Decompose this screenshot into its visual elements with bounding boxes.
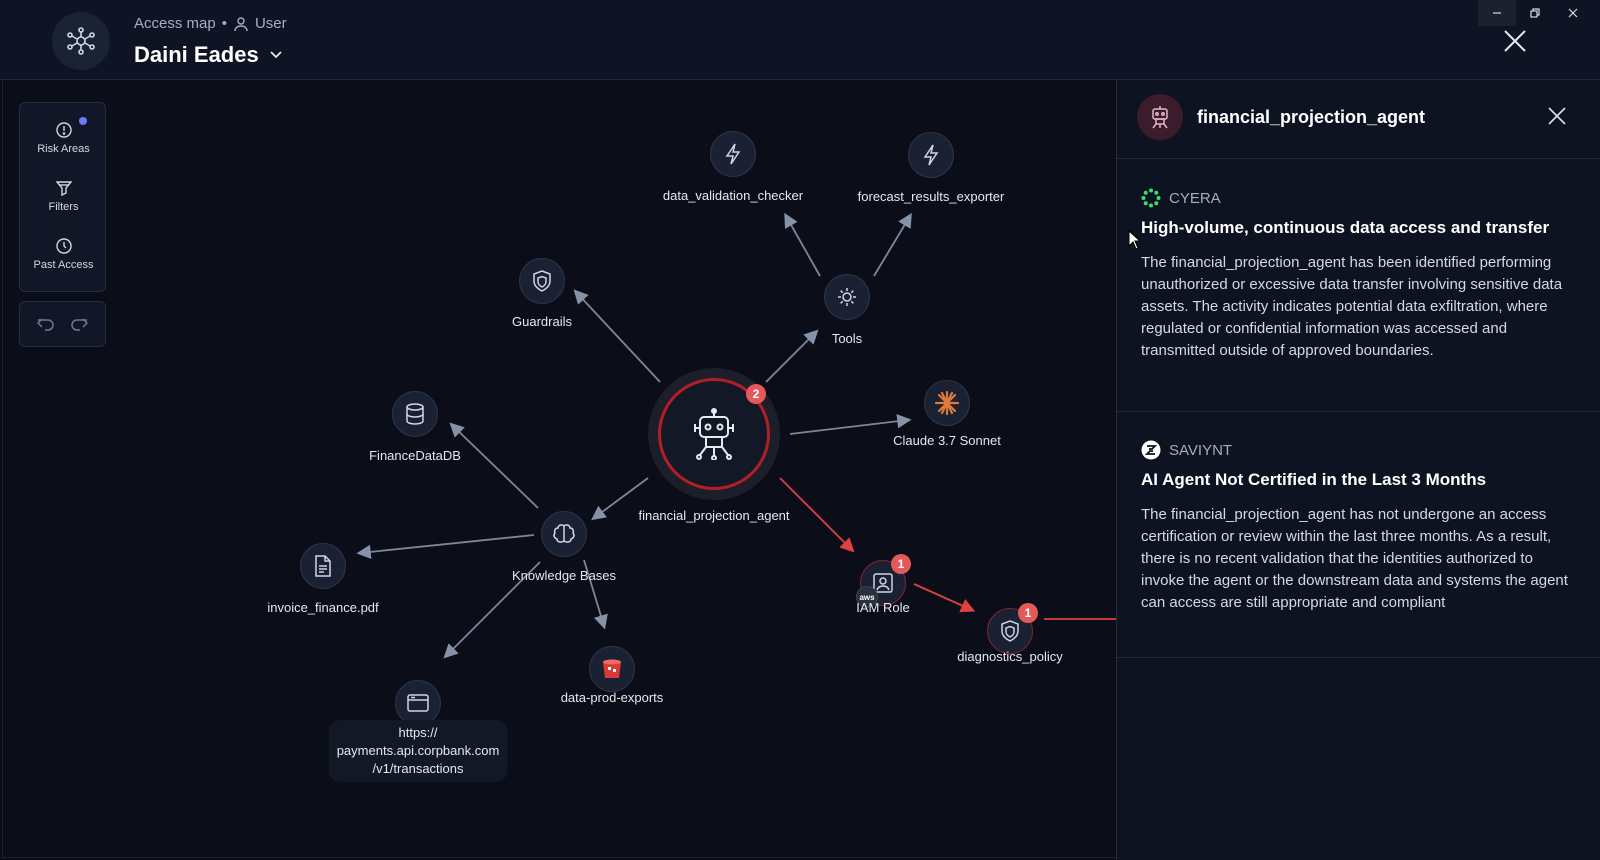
breadcrumb-access-map[interactable]: Access map [134, 15, 216, 32]
page-title: Daini Eades [134, 42, 259, 67]
claude-node-label: Claude 3.7 Sonnet [893, 433, 1001, 448]
edge-kb-invoice [356, 534, 535, 560]
finding-description: The financial_projection_agent has not u… [1141, 506, 1568, 611]
window-controls [1478, 0, 1592, 26]
saviynt-logo-icon [1141, 440, 1161, 460]
finding-source-name: CYERA [1169, 189, 1221, 207]
finding-card-saviynt: SAVIYNT AI Agent Not Certified in the La… [1117, 412, 1600, 658]
exporter-node[interactable] [908, 132, 954, 178]
financedb-node[interactable] [392, 391, 438, 437]
url-line-2: payments.api.corpbank.com [336, 743, 500, 758]
agent-avatar [1137, 94, 1183, 140]
details-panel: financial_projection_agent CYERA High-vo… [1116, 80, 1600, 860]
database-icon [406, 403, 424, 425]
claude-starburst-icon [934, 390, 960, 416]
edge-iamrole-diagnostics [913, 583, 976, 613]
close-map-icon[interactable] [1502, 28, 1528, 54]
tools-node[interactable] [824, 274, 870, 320]
validator-node-label: data_validation_checker [662, 188, 804, 203]
user-selector[interactable]: Daini Eades [134, 42, 283, 68]
financedb-node-label: FinanceDataDB [369, 448, 461, 463]
access-graph[interactable]: 2 financial_projection_agent data_valida… [0, 80, 1116, 860]
url-line-1: https:// [398, 725, 438, 740]
diagnostics-risk-badge: 1 [1018, 603, 1038, 623]
brain-icon [553, 524, 575, 543]
invoice-node[interactable] [300, 543, 346, 589]
chevron-down-icon [270, 51, 282, 59]
iam-role-node-label: IAM Role [856, 600, 910, 615]
access-map-icon[interactable] [52, 12, 110, 70]
data-prod-node-label: data-prod-exports [560, 690, 664, 705]
robot-icon [694, 408, 734, 460]
shield-icon [1001, 620, 1019, 642]
shield-icon [533, 270, 551, 292]
finding-description: The financial_projection_agent has been … [1141, 254, 1563, 359]
s3-bucket-icon [603, 659, 621, 678]
edge-agent-guardrails [573, 289, 661, 383]
iam-risk-badge: 1 [891, 554, 911, 574]
robot-icon [1152, 106, 1168, 129]
knowledge-bases-node[interactable] [541, 511, 587, 557]
agent-node-label: financial_projection_agent [638, 508, 790, 523]
entity-type: User [254, 15, 287, 32]
close-panel-icon[interactable] [1547, 106, 1567, 126]
diagnostics-node-label: diagnostics_policy [957, 649, 1063, 664]
wrench-gear-icon [838, 288, 856, 306]
lightning-icon [923, 144, 939, 166]
panel-header: financial_projection_agent [1117, 80, 1600, 159]
finding-card-cyera: CYERA High-volume, continuous data acces… [1117, 160, 1600, 412]
mouse-cursor-icon [1128, 230, 1142, 250]
breadcrumb: Access map • User [134, 15, 287, 32]
breadcrumb-separator: • [221, 15, 227, 32]
edge-agent-tools [765, 329, 819, 383]
finding-source: CYERA [1141, 188, 1577, 208]
validator-node[interactable] [710, 131, 756, 177]
exporter-node-label: forecast_results_exporter [857, 189, 1005, 204]
finding-source-name: SAVIYNT [1169, 441, 1233, 459]
finding-source: SAVIYNT [1141, 440, 1577, 460]
finding-title: AI Agent Not Certified in the Last 3 Mon… [1141, 470, 1487, 489]
guardrails-node[interactable] [519, 258, 565, 304]
finding-title: High-volume, continuous data access and … [1141, 218, 1550, 237]
document-icon [315, 555, 331, 577]
cyera-logo-icon [1141, 188, 1161, 208]
edge-tools-exporter [873, 212, 912, 277]
panel-title: financial_projection_agent [1197, 107, 1426, 127]
minimize-button[interactable] [1478, 0, 1516, 26]
lightning-icon [725, 143, 741, 165]
knowledge-bases-node-label: Knowledge Bases [511, 568, 617, 583]
browser-window-icon [407, 694, 429, 712]
data-prod-node[interactable] [589, 646, 635, 692]
edge-kb-financedb [449, 422, 539, 509]
agent-risk-badge: 2 [746, 384, 766, 404]
user-icon [234, 16, 248, 31]
edge-agent-iamrole [779, 477, 855, 553]
claude-node[interactable] [924, 380, 970, 426]
invoice-node-label: invoice_finance.pdf [267, 600, 379, 615]
api-endpoint-node-label: https:// payments.api.corpbank.com /v1/t… [328, 720, 508, 782]
edge-tools-validator [784, 212, 821, 277]
url-line-3: /v1/transactions [372, 761, 464, 776]
guardrails-node-label: Guardrails [512, 314, 572, 329]
edge-agent-claude [789, 414, 912, 435]
window-close-button[interactable] [1554, 0, 1592, 26]
header: Access map • User Daini Eades [0, 0, 1600, 80]
restore-button[interactable] [1516, 0, 1554, 26]
tools-node-label: Tools [831, 331, 863, 346]
